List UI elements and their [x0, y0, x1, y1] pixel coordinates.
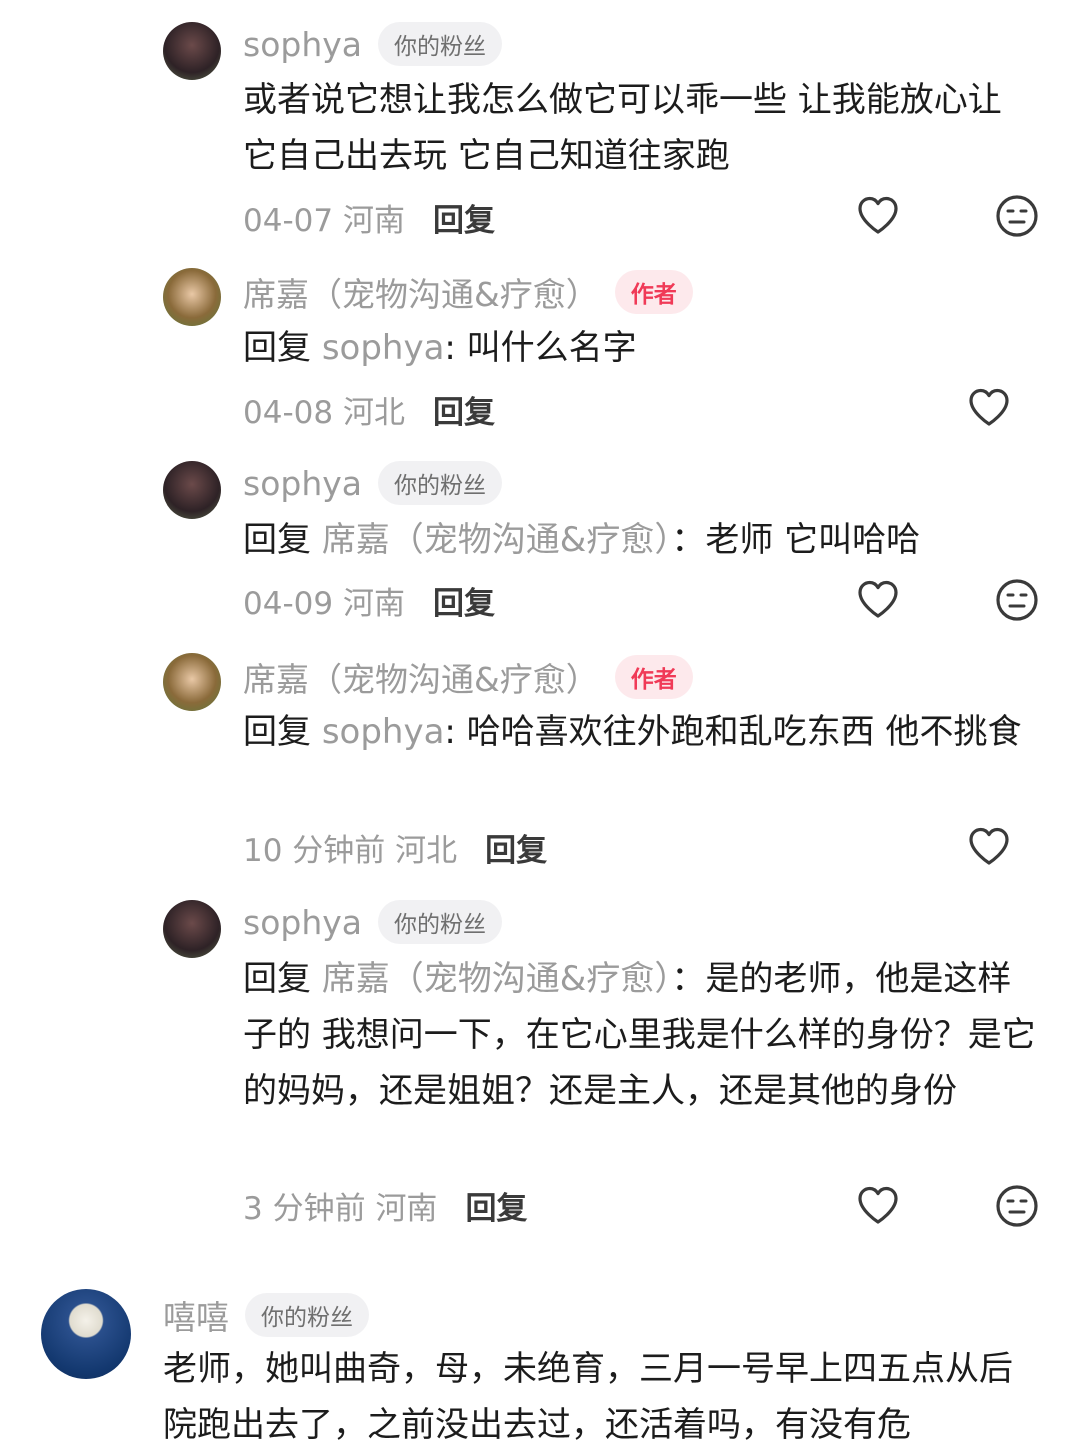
- meh-face-icon[interactable]: [995, 194, 1039, 238]
- comment-author-name[interactable]: sophya: [243, 25, 362, 64]
- reply-button[interactable]: 回复: [433, 195, 495, 240]
- fan-badge: 你的粉丝: [378, 22, 502, 66]
- author-badge: 作者: [614, 270, 693, 314]
- fan-badge: 你的粉丝: [245, 1293, 369, 1337]
- author-badge: 作者: [614, 655, 693, 699]
- comment-text: 老师，她叫曲奇，母，未绝育，三月一号早上四五点从后院跑出去了，之前没出去过，还活…: [163, 1349, 1013, 1440]
- comment-text: 回复 sophya: 哈哈喜欢往外跑和乱吃东西 他不挑食: [243, 712, 1022, 752]
- comment-time-region: 04-08 河北: [243, 395, 405, 431]
- reply-target-name[interactable]: sophya: [322, 712, 445, 752]
- meh-face-icon[interactable]: [995, 578, 1039, 622]
- heart-outline-icon[interactable]: [856, 194, 900, 238]
- comment-item: sophya 你的粉丝 或者说它想让我怎么做它可以乖一些 让我能放心让它自己出去…: [0, 0, 1080, 250]
- fan-badge: 你的粉丝: [378, 900, 502, 944]
- avatar[interactable]: [163, 268, 221, 326]
- comment-text: 回复 sophya: 叫什么名字: [243, 328, 637, 368]
- comment-author-name[interactable]: 席嘉（宠物沟通&疗愈）: [243, 653, 599, 701]
- reply-target-name[interactable]: 席嘉（宠物沟通&疗愈）: [322, 520, 672, 560]
- heart-outline-icon[interactable]: [856, 1184, 900, 1228]
- comment-time-region: 3 分钟前 河南: [243, 1191, 438, 1227]
- fan-badge: 你的粉丝: [378, 461, 502, 505]
- comment-text: 回复 席嘉（宠物沟通&疗愈）：老师 它叫哈哈: [243, 520, 921, 560]
- comment-time-region: 04-07 河南: [243, 203, 405, 239]
- comment-time-region: 10 分钟前 河北: [243, 833, 458, 869]
- meh-face-icon[interactable]: [995, 1184, 1039, 1228]
- comment-text: 回复 席嘉（宠物沟通&疗愈）：是的老师，他是这样子的 我想问一下，在它心里我是什…: [243, 959, 1036, 1111]
- comment-author-name[interactable]: 席嘉（宠物沟通&疗愈）: [243, 268, 599, 316]
- heart-outline-icon[interactable]: [967, 825, 1011, 869]
- comment-item: sophya 你的粉丝 回复 席嘉（宠物沟通&疗愈）：是的老师，他是这样子的 我…: [0, 885, 1080, 1245]
- comment-item: 席嘉（宠物沟通&疗愈） 作者 回复 sophya: 哈哈喜欢往外跑和乱吃东西 他…: [0, 640, 1080, 885]
- comment-author-name[interactable]: 嘻嘻: [163, 1291, 229, 1339]
- comment-item: 嘻嘻 你的粉丝 老师，她叫曲奇，母，未绝育，三月一号早上四五点从后院跑出去了，之…: [0, 1265, 1080, 1440]
- reply-target-name[interactable]: sophya: [322, 328, 445, 368]
- comment-item: 席嘉（宠物沟通&疗愈） 作者 回复 sophya: 叫什么名字 04-08 河北…: [0, 250, 1080, 445]
- avatar[interactable]: [163, 653, 221, 711]
- comment-time-region: 04-09 河南: [243, 586, 405, 622]
- comment-item: sophya 你的粉丝 回复 席嘉（宠物沟通&疗愈）：老师 它叫哈哈 04-09…: [0, 445, 1080, 640]
- heart-outline-icon[interactable]: [967, 386, 1011, 430]
- reply-button[interactable]: 回复: [465, 1183, 527, 1228]
- avatar[interactable]: [163, 900, 221, 958]
- comment-author-name[interactable]: sophya: [243, 903, 362, 942]
- reply-target-name[interactable]: 席嘉（宠物沟通&疗愈）: [322, 959, 672, 999]
- avatar[interactable]: [41, 1289, 131, 1379]
- reply-button[interactable]: 回复: [485, 825, 547, 870]
- comment-author-name[interactable]: sophya: [243, 464, 362, 503]
- avatar[interactable]: [163, 461, 221, 519]
- reply-button[interactable]: 回复: [433, 578, 495, 623]
- reply-button[interactable]: 回复: [433, 387, 495, 432]
- heart-outline-icon[interactable]: [856, 578, 900, 622]
- avatar[interactable]: [163, 22, 221, 80]
- comment-text: 或者说它想让我怎么做它可以乖一些 让我能放心让它自己出去玩 它自己知道往家跑: [243, 80, 1002, 176]
